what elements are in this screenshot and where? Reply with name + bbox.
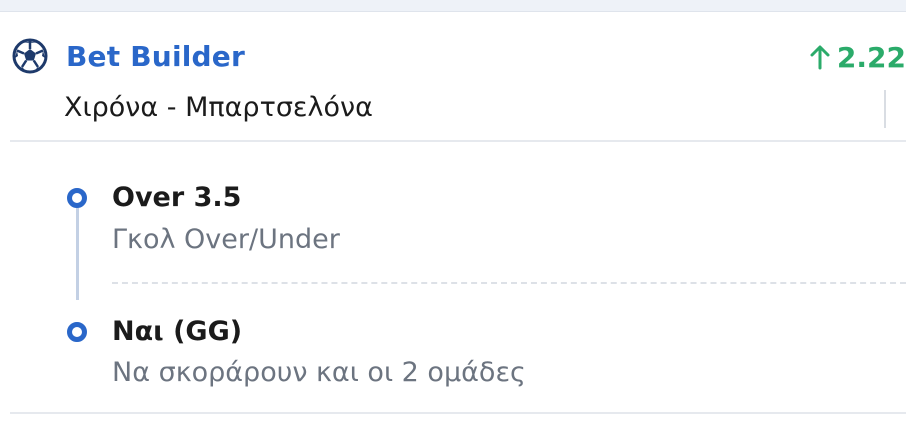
vertical-divider [884,90,886,128]
header-separator [10,140,906,142]
selection-marker-icon [67,188,87,208]
bet-header: Bet Builder [12,38,245,74]
bet-builder-card[interactable]: Bet Builder 2.22 Χιρόνα - Μπαρτσελόνα Ov… [0,12,906,440]
selection-market: Να σκοράρουν και οι 2 ομάδες [112,357,526,388]
card-bottom-separator [10,412,906,414]
soccer-ball-icon [12,38,48,74]
selection-timeline-line [76,208,79,300]
selection-dashed-divider [112,282,906,284]
odds-value: 2.22 [809,40,906,74]
odds-number: 2.22 [836,40,906,74]
match-name: Χιρόνα - Μπαρτσελόνα [64,92,373,123]
selection-market: Γκολ Over/Under [112,224,340,255]
selection-marker-icon [67,322,87,342]
bet-builder-title: Bet Builder [66,39,245,73]
top-divider-strip [0,0,906,12]
selection-pick: Over 3.5 [112,182,242,213]
arrow-up-icon [810,45,830,70]
selection-pick: Ναι (GG) [112,316,243,347]
